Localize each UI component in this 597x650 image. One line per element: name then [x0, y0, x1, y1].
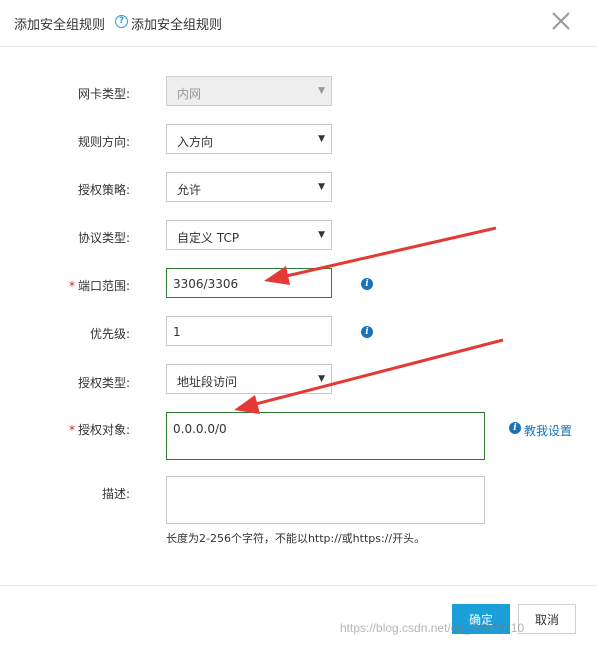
chevron-down-icon: ▼	[318, 134, 325, 144]
priority-value: 1	[173, 325, 181, 339]
direction-label: 规则方向:	[77, 135, 130, 149]
direction-value: 入方向	[177, 135, 214, 149]
nic-type-value: 内网	[177, 87, 202, 101]
cancel-button[interactable]: 取消	[518, 604, 576, 634]
auth-object-value: 0.0.0.0/0	[173, 422, 227, 436]
required-mark: *	[68, 279, 75, 293]
chevron-down-icon: ▼	[318, 374, 325, 384]
chevron-down-icon: ▼	[318, 230, 325, 240]
port-range-label: * 端口范围:	[0, 277, 130, 294]
nic-type-select: 内网 ▼	[166, 76, 332, 106]
close-icon[interactable]	[550, 10, 572, 32]
description-label: 描述:	[101, 487, 130, 501]
port-range-input[interactable]: 3306/3306	[166, 268, 332, 298]
policy-select[interactable]: 允许 ▼	[166, 172, 332, 202]
dialog-title: 添加安全组规则	[14, 18, 106, 33]
nic-type-label: 网卡类型:	[77, 87, 130, 101]
auth-object-textarea[interactable]: 0.0.0.0/0	[166, 412, 485, 460]
auth-type-value: 地址段访问	[177, 375, 238, 389]
auth-type-select[interactable]: 地址段访问 ▼	[166, 364, 332, 394]
auth-object-label-text: 授权对象:	[77, 423, 130, 437]
auth-type-label: 授权类型:	[77, 376, 130, 390]
required-mark: *	[68, 423, 75, 437]
info-icon[interactable]: i	[509, 422, 521, 434]
auth-object-label: * 授权对象:	[0, 421, 130, 438]
description-textarea[interactable]	[166, 476, 485, 524]
port-range-label-text: 端口范围:	[77, 279, 130, 293]
chevron-down-icon: ▼	[318, 86, 325, 96]
description-hint: 长度为2-256个字符，不能以http://或https://开头。	[166, 532, 426, 545]
help-link[interactable]: 添加安全组规则	[131, 14, 222, 33]
info-icon[interactable]: i	[361, 326, 373, 338]
protocol-label: 协议类型:	[77, 231, 130, 245]
help-icon[interactable]: ?	[115, 15, 128, 28]
teach-setup-link[interactable]: 教我设置	[524, 422, 572, 439]
priority-input[interactable]: 1	[166, 316, 332, 346]
priority-label: 优先级:	[89, 327, 130, 341]
policy-label: 授权策略:	[77, 183, 130, 197]
policy-value: 允许	[177, 183, 202, 197]
watermark: https://blog.csdn.net/qq_34978710	[340, 621, 525, 635]
dialog-header: 添加安全组规则 ? 添加安全组规则	[0, 0, 597, 47]
chevron-down-icon: ▼	[318, 182, 325, 192]
port-range-value: 3306/3306	[173, 277, 239, 291]
info-icon[interactable]: i	[361, 278, 373, 290]
direction-select[interactable]: 入方向 ▼	[166, 124, 332, 154]
protocol-value: 自定义 TCP	[177, 231, 240, 245]
protocol-select[interactable]: 自定义 TCP ▼	[166, 220, 332, 250]
